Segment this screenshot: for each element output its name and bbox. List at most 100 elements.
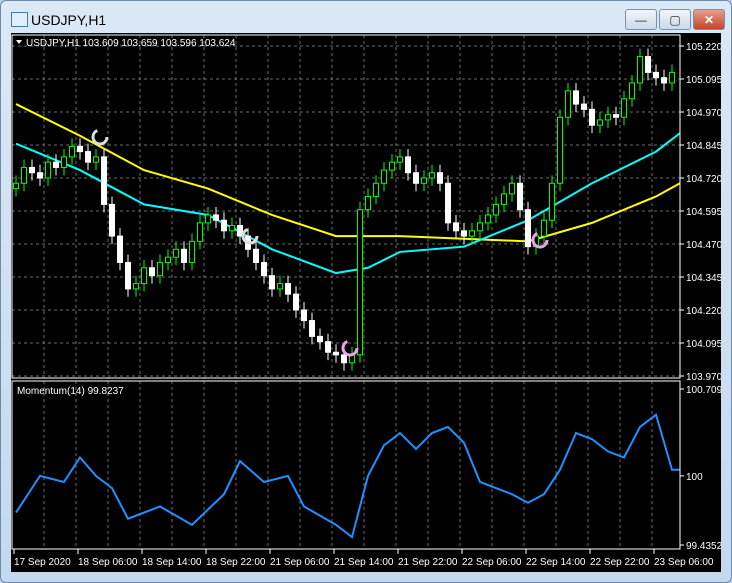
candle	[453, 222, 459, 232]
candle	[381, 169, 387, 184]
price-axis-label: 104.595	[686, 207, 721, 218]
candle	[229, 225, 235, 232]
candle	[589, 108, 595, 126]
time-axis-label: 22 Sep 06:00	[462, 557, 522, 568]
candle	[405, 156, 411, 174]
candle	[549, 182, 555, 221]
maximize-button[interactable]: ▢	[659, 9, 691, 30]
price-axis-label: 103.970	[686, 372, 721, 383]
chart-svg[interactable]: USDJPY,H1 103.609 103.659 103.596 103.62…	[11, 33, 728, 572]
price-axis-label: 104.845	[686, 141, 721, 152]
candle	[581, 103, 587, 110]
momentum-axis-label: 99.4352	[686, 541, 721, 552]
time-axis-label: 22 Sep 22:00	[590, 557, 650, 568]
time-axis-label: 21 Sep 14:00	[334, 557, 394, 568]
candle	[309, 320, 315, 337]
candle	[125, 261, 131, 290]
candle	[525, 209, 531, 248]
candle	[373, 182, 379, 197]
price-axis-label: 104.470	[686, 240, 721, 251]
candle	[613, 114, 619, 118]
candle	[429, 172, 435, 179]
time-axis-label: 18 Sep 22:00	[206, 557, 266, 568]
candle	[181, 248, 187, 263]
candle	[269, 275, 275, 290]
candle	[285, 283, 291, 295]
candle	[469, 230, 475, 237]
price-axis-label: 104.720	[686, 174, 721, 185]
candle	[605, 114, 611, 121]
candle	[565, 90, 571, 118]
candle	[157, 261, 163, 277]
symbol-info: USDJPY,H1 103.609 103.659 103.596 103.62…	[26, 38, 236, 49]
candle	[621, 98, 627, 118]
candle	[501, 193, 507, 205]
candle	[317, 335, 323, 343]
time-axis-label: 21 Sep 06:00	[270, 557, 330, 568]
candle	[485, 214, 491, 224]
candle	[189, 240, 195, 263]
window-title: USDJPY,H1	[31, 12, 107, 28]
candle	[69, 145, 75, 158]
time-axis-label: 18 Sep 14:00	[142, 557, 202, 568]
candle	[669, 71, 675, 84]
candle	[541, 219, 547, 237]
momentum-axis-label: 100.7096	[686, 385, 721, 396]
candle	[29, 166, 35, 174]
candle	[141, 267, 147, 285]
price-axis-label: 105.095	[686, 75, 721, 86]
candle	[437, 172, 443, 184]
candle	[61, 156, 67, 168]
candle	[101, 156, 107, 205]
time-axis-label: 23 Sep 06:00	[654, 557, 714, 568]
candle	[645, 56, 651, 73]
dropdown-triangle-icon[interactable]	[16, 40, 22, 44]
candle	[597, 119, 603, 126]
candle	[165, 256, 171, 263]
candle	[85, 151, 91, 163]
candle	[77, 145, 83, 153]
candle	[197, 222, 203, 242]
ma-slow-line	[15, 103, 681, 243]
candle	[173, 248, 179, 258]
candle	[413, 172, 419, 184]
candle	[477, 222, 483, 232]
candle	[573, 90, 579, 105]
candle	[653, 71, 659, 79]
candle	[133, 283, 139, 290]
candle	[461, 230, 467, 237]
candle	[221, 219, 227, 232]
candle	[109, 203, 115, 237]
candle	[301, 309, 307, 322]
candle	[517, 182, 523, 211]
time-axis-label: 17 Sep 2020	[14, 557, 71, 568]
candle	[365, 195, 371, 211]
candle	[93, 156, 99, 163]
candle	[205, 214, 211, 224]
candle	[21, 166, 27, 184]
indicator-pane-border	[11, 380, 681, 550]
candle	[277, 283, 283, 290]
indicator-label: Momentum(14) 99.8237	[17, 386, 124, 397]
candle	[53, 161, 59, 168]
price-axis-label: 104.220	[686, 306, 721, 317]
chart-canvas[interactable]: USDJPY,H1 103.609 103.659 103.596 103.62…	[11, 33, 728, 572]
candle	[637, 56, 643, 84]
candle	[493, 203, 499, 216]
price-axis-label: 104.345	[686, 273, 721, 284]
candle	[325, 341, 331, 353]
time-axis-label: 21 Sep 22:00	[398, 557, 458, 568]
candle	[445, 182, 451, 224]
candle	[45, 161, 51, 179]
candle	[13, 182, 19, 190]
signal-arrow-icon	[91, 128, 109, 146]
candle	[253, 248, 259, 263]
price-axis-label: 104.970	[686, 108, 721, 119]
candle	[357, 209, 363, 356]
candle	[293, 293, 299, 311]
candle	[397, 156, 403, 163]
chart-window-icon	[11, 12, 28, 27]
minimize-button[interactable]: —	[625, 9, 657, 30]
close-button[interactable]: ✕	[693, 9, 725, 30]
candle	[37, 172, 43, 179]
